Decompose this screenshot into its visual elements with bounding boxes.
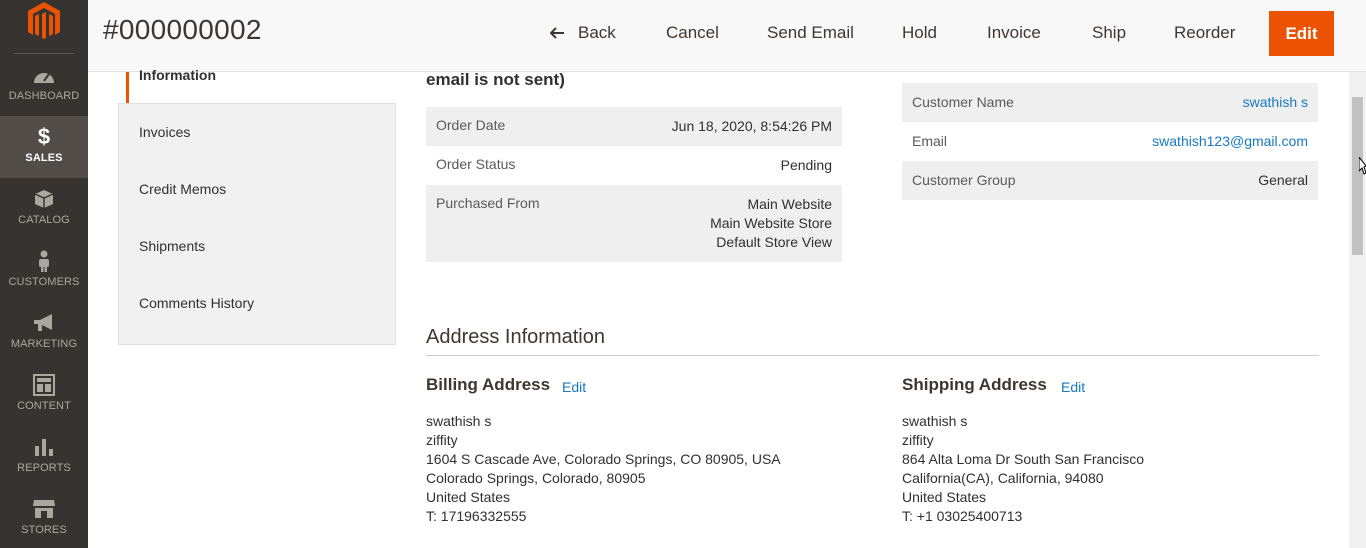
ship-button[interactable]: Ship — [1092, 21, 1126, 45]
page-scrollbar[interactable] — [1349, 72, 1366, 548]
shipping-street: 864 Alta Loma Dr South San Francisco — [902, 451, 1145, 467]
bar-chart-icon — [0, 436, 88, 458]
shipping-address-title: Shipping Address — [902, 375, 1047, 394]
customer-name-link[interactable]: swathish s — [1243, 94, 1308, 110]
megaphone-icon — [0, 312, 88, 334]
invoice-button[interactable]: Invoice — [987, 21, 1041, 45]
billing-name: swathish s — [426, 413, 492, 429]
billing-address-edit-link[interactable]: Edit — [562, 379, 586, 395]
sidebar-item-label: CUSTOMERS — [8, 276, 80, 288]
cancel-button[interactable]: Cancel — [666, 21, 719, 45]
tab-information[interactable]: Information — [139, 67, 216, 83]
billing-country: United States — [426, 489, 511, 505]
shipping-country: United States — [902, 489, 987, 505]
billing-company: ziffity — [426, 432, 458, 448]
order-status-label: Order Status — [436, 156, 516, 172]
sidebar-item-label: SALES — [25, 152, 63, 164]
shipping-company: ziffity — [902, 432, 934, 448]
order-email-note: email is not sent) — [426, 70, 565, 89]
customer-email-row: Email swathish123@gmail.com — [902, 122, 1318, 161]
sidebar-item-label: CONTENT — [17, 400, 71, 412]
billing-phone: T: 17196332555 — [426, 508, 527, 524]
customer-person-icon — [0, 250, 88, 272]
page-header: #000000002 Back Cancel Send Email Hold I… — [88, 0, 1366, 72]
dashboard-icon — [0, 64, 88, 86]
sidebar-item-label: CATALOG — [18, 214, 70, 226]
order-date-row: Order Date Jun 18, 2020, 8:54:26 PM — [426, 107, 842, 146]
catalog-box-icon — [0, 188, 88, 210]
back-button[interactable]: Back — [550, 21, 616, 45]
purchased-from-row: Purchased From Main Website Main Website… — [426, 185, 842, 262]
active-tab-indicator — [126, 72, 129, 103]
billing-address-title: Billing Address — [426, 375, 551, 394]
shipping-name: swathish s — [902, 413, 968, 429]
sidebar-item-sales[interactable]: $ SALES — [0, 116, 88, 178]
sidebar-item-label: MARKETING — [10, 338, 78, 350]
sidebar-item-label: DASHBOARD — [8, 90, 80, 102]
address-section-title: Address Information — [426, 326, 605, 348]
arrow-left-icon — [550, 27, 564, 39]
tab-credit-memos[interactable]: Credit Memos — [139, 181, 226, 197]
order-status-row: Order Status Pending — [426, 146, 842, 185]
sidebar-item-catalog[interactable]: CATALOG — [0, 178, 88, 240]
customer-name-label: Customer Name — [912, 94, 1014, 110]
tab-shipments[interactable]: Shipments — [139, 238, 205, 254]
sidebar-item-label: STORES — [21, 524, 67, 536]
sidebar-item-stores[interactable]: STORES — [0, 488, 88, 548]
sidebar-item-marketing[interactable]: MARKETING — [0, 302, 88, 364]
admin-sidebar: DASHBOARD $ SALES CATALOG CUSTOMERS MARK… — [0, 0, 88, 548]
purchased-store-view: Default Store View — [716, 234, 832, 250]
customer-group-row: Customer Group General — [902, 161, 1318, 200]
sidebar-item-customers[interactable]: CUSTOMERS — [0, 240, 88, 302]
purchased-from-label: Purchased From — [436, 195, 540, 211]
order-date-label: Order Date — [436, 117, 506, 133]
customer-group-label: Customer Group — [912, 172, 1016, 188]
page-title: #000000002 — [103, 14, 262, 45]
order-tabs: Invoices Credit Memos Shipments Comments… — [118, 103, 396, 345]
shipping-city-region: California(CA), California, 94080 — [902, 470, 1104, 486]
dollar-icon: $ — [37, 124, 51, 149]
store-icon — [0, 498, 88, 520]
customer-email-label: Email — [912, 133, 948, 149]
customer-group-value: General — [1258, 172, 1308, 188]
reorder-button[interactable]: Reorder — [1174, 21, 1235, 45]
shipping-address-edit-link[interactable]: Edit — [1061, 379, 1085, 395]
billing-street: 1604 S Cascade Ave, Colorado Springs, CO… — [426, 451, 781, 467]
order-status-value: Pending — [780, 157, 832, 173]
customer-name-row: Customer Name swathish s — [902, 83, 1318, 122]
order-date-value: Jun 18, 2020, 8:54:26 PM — [671, 118, 832, 134]
purchased-store: Main Website Store — [710, 215, 832, 231]
purchased-from-value: Main Website Main Website Store Default … — [710, 195, 832, 252]
sidebar-item-label: REPORTS — [17, 462, 71, 474]
sidebar-item-dashboard[interactable]: DASHBOARD — [0, 54, 88, 116]
app: DASHBOARD $ SALES CATALOG CUSTOMERS MARK… — [0, 0, 1366, 548]
mouse-cursor-icon — [1358, 155, 1366, 180]
section-divider — [426, 355, 1319, 356]
purchased-website: Main Website — [747, 196, 832, 212]
sidebar-item-content[interactable]: CONTENT — [0, 364, 88, 426]
edit-button[interactable]: Edit — [1269, 11, 1334, 56]
sidebar-item-reports[interactable]: REPORTS — [0, 426, 88, 488]
customer-email-link[interactable]: swathish123@gmail.com — [1152, 133, 1308, 149]
tab-comments-history[interactable]: Comments History — [139, 295, 254, 311]
magento-logo-icon[interactable] — [25, 0, 63, 40]
tab-invoices[interactable]: Invoices — [139, 124, 190, 140]
hold-button[interactable]: Hold — [902, 21, 937, 45]
shipping-phone: T: +1 03025400713 — [902, 508, 1023, 524]
content-layout-icon — [0, 374, 88, 396]
send-email-button[interactable]: Send Email — [767, 21, 854, 45]
billing-city-region: Colorado Springs, Colorado, 80905 — [426, 470, 646, 486]
back-button-label: Back — [578, 23, 616, 42]
